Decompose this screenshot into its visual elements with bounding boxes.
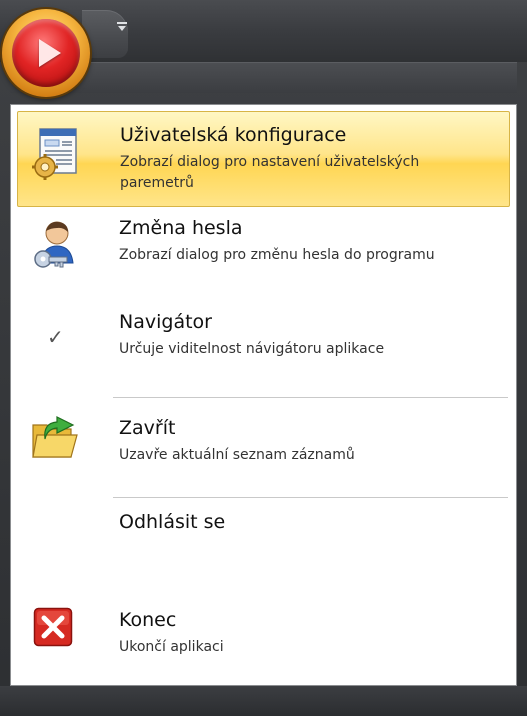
- menu-item-description: Určuje viditelnost návigátoru aplikace: [119, 341, 385, 357]
- menu-item-description: Ukončí aplikaci: [119, 639, 224, 655]
- play-icon: [39, 39, 61, 67]
- menu-item-description: Zobrazí dialog pro změnu hesla do progra…: [119, 247, 435, 263]
- menu-item-title: Změna hesla: [119, 217, 243, 239]
- menu-item-title: Konec: [119, 609, 177, 631]
- chevron-down-icon[interactable]: [118, 26, 126, 31]
- app-button-orb: [12, 19, 80, 87]
- menu-item-title: Navigátor: [119, 311, 212, 333]
- menu-item-logout[interactable]: Odhlásit se: [17, 503, 510, 583]
- menu-separator: [113, 497, 508, 498]
- config-document-icon: [28, 126, 84, 182]
- menu-item-title: Odhlásit se: [119, 511, 226, 533]
- menu-item-description: Uzavře aktuální seznam záznamů: [119, 447, 355, 463]
- menu-item-user-configuration[interactable]: Uživatelská konfigurace Zobrazí dialog p…: [17, 111, 510, 207]
- menu-item-exit[interactable]: Konec Ukončí aplikaci: [17, 589, 510, 669]
- customize-qat-bar-icon: [117, 22, 127, 24]
- menu-item-title: Uživatelská konfigurace: [120, 124, 347, 146]
- menu-separator: [113, 397, 508, 398]
- checkmark-icon: ✓: [47, 325, 64, 349]
- open-folder-icon: [27, 411, 83, 467]
- menu-item-title: Zavřít: [119, 417, 176, 439]
- menu-item-close[interactable]: Zavřít Uzavře aktuální seznam záznamů: [17, 403, 510, 483]
- user-key-icon: [27, 219, 83, 275]
- close-x-icon: [33, 607, 73, 647]
- menu-footer-bar: [0, 686, 527, 716]
- application-menu-button[interactable]: [2, 9, 90, 97]
- menu-item-change-password[interactable]: Změna hesla Zobrazí dialog pro změnu hes…: [17, 209, 510, 305]
- menu-item-description: Zobrazí dialog pro nastavení uživatelský…: [120, 154, 420, 191]
- menu-item-navigator[interactable]: ✓ Navigátor Určuje viditelnost návigátor…: [17, 303, 510, 383]
- application-menu: Uživatelská konfigurace Zobrazí dialog p…: [10, 104, 517, 686]
